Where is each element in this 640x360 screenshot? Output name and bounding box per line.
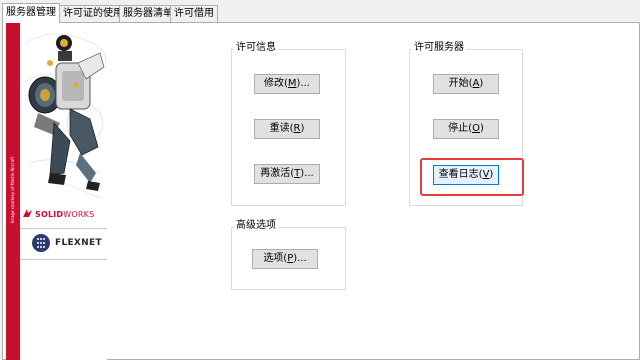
tab-license-borrowing[interactable]: 许可借用 <box>170 5 218 22</box>
tab-license-usage[interactable]: 许可证的使用 <box>59 5 127 22</box>
flexnet-icon <box>32 234 50 252</box>
license-server-title: 许可服务器 <box>412 42 466 54</box>
license-manager-window: 服务器管理 许可证的使用 服务器清单 许可借用 Image courtesy o… <box>0 0 640 360</box>
start-button[interactable]: 开始(A) <box>433 74 499 94</box>
options-button[interactable]: 选项(P)... <box>252 249 318 269</box>
solidworks-logo: SOLIDWORKS <box>22 207 94 221</box>
stop-button[interactable]: 停止(O) <box>433 119 499 139</box>
flexnet-logo: FLEXNET <box>32 234 102 252</box>
modify-button[interactable]: 修改(M)... <box>254 74 320 94</box>
tab-server-management[interactable]: 服务器管理 <box>2 3 60 23</box>
ds-icon <box>22 208 33 221</box>
license-info-title: 许可信息 <box>234 42 278 54</box>
product-banner: Image courtesy of Martin Aircraft SOLIDW… <box>6 23 107 360</box>
advanced-options-title: 高级选项 <box>234 220 278 232</box>
image-credit: Image courtesy of Martin Aircraft <box>10 156 15 223</box>
tab-strip: 服务器管理 许可证的使用 服务器清单 许可借用 <box>0 0 640 23</box>
reread-button[interactable]: 重读(R) <box>254 119 320 139</box>
reactivate-button[interactable]: 再激活(T)... <box>254 164 320 184</box>
jetpack-illustration <box>20 23 107 213</box>
view-log-button[interactable]: 查看日志(V) <box>433 165 499 185</box>
tab-server-list[interactable]: 服务器清单 <box>119 5 177 22</box>
